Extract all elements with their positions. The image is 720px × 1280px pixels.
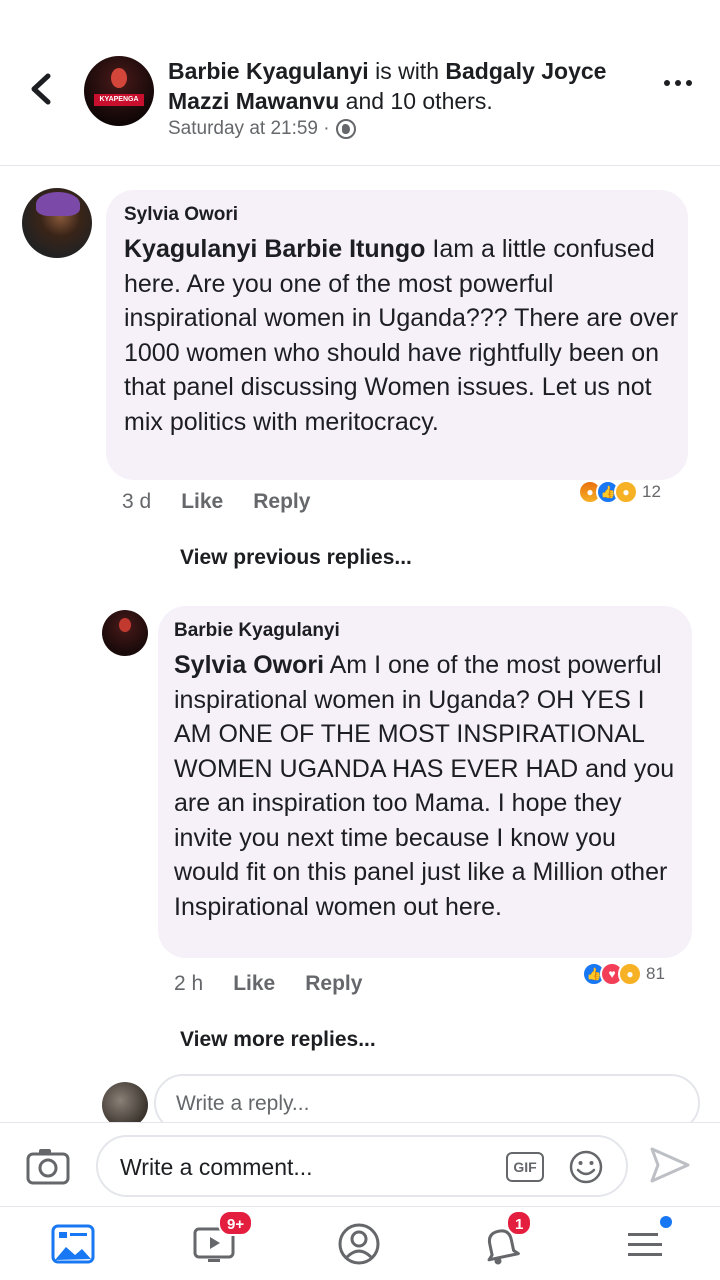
avatar-figure xyxy=(111,68,127,88)
post-with-connector: is with xyxy=(368,58,446,84)
like-button[interactable]: Like xyxy=(233,972,275,996)
globe-icon xyxy=(335,119,356,139)
menu-indicator-dot xyxy=(660,1216,672,1228)
comment-body: Iam a little confused here. Are you one … xyxy=(124,235,679,436)
emoji-icon[interactable] xyxy=(568,1149,604,1185)
reply-mention[interactable]: Sylvia Owori xyxy=(174,651,324,679)
comment-text: Kyagulanyi Barbie Itungo Iam a little co… xyxy=(124,232,680,439)
news-feed-icon[interactable] xyxy=(48,1219,98,1269)
post-header: KYAPENGA Barbie Kyagulanyi is with Badga… xyxy=(0,0,720,166)
more-options-icon[interactable] xyxy=(664,80,694,94)
reply-button[interactable]: Reply xyxy=(305,972,362,996)
like-button[interactable]: Like xyxy=(181,490,223,514)
comment-age: 3 d xyxy=(122,490,152,513)
comment-placeholder: Write a comment... xyxy=(120,1154,313,1180)
view-previous-replies[interactable]: View previous replies... xyxy=(180,546,412,570)
gif-button[interactable]: GIF xyxy=(506,1152,544,1182)
bottom-navigation xyxy=(0,1206,720,1280)
comment-input[interactable]: Write a comment... GIF xyxy=(96,1135,628,1197)
comment-mention[interactable]: Kyagulanyi Barbie Itungo xyxy=(124,235,425,263)
notifications-badge: 1 xyxy=(506,1210,533,1236)
post-title: Barbie Kyagulanyi is with Badgaly Joyce … xyxy=(168,56,638,116)
reply-actions: 2 h Like Reply xyxy=(174,972,392,996)
comment-author[interactable]: Sylvia Owori xyxy=(124,204,238,226)
commenter-avatar[interactable] xyxy=(22,188,92,258)
tagged-others[interactable]: and 10 others. xyxy=(339,88,493,114)
replier-avatar[interactable] xyxy=(102,610,148,656)
reply-author[interactable]: Barbie Kyagulanyi xyxy=(174,620,340,642)
back-arrow-icon[interactable] xyxy=(22,66,62,112)
profile-icon[interactable] xyxy=(334,1219,384,1269)
reaction-summary[interactable]: 👍 ♥ ● 81 xyxy=(582,962,665,986)
reply-age: 2 h xyxy=(174,972,204,995)
reaction-count: 12 xyxy=(642,482,661,501)
haha-reaction-icon: ● xyxy=(614,480,638,504)
send-icon[interactable] xyxy=(648,1145,692,1185)
post-author-link[interactable]: Barbie Kyagulanyi xyxy=(168,58,369,84)
author-avatar[interactable]: KYAPENGA xyxy=(84,56,154,126)
haha-reaction-icon: ● xyxy=(618,962,642,986)
camera-icon[interactable] xyxy=(26,1147,70,1185)
post-timestamp: Saturday at 21:59 · xyxy=(168,118,356,140)
comment-actions: 3 d Like Reply xyxy=(122,490,340,514)
post-time-text: Saturday at 21:59 · xyxy=(168,118,330,139)
reply-text: Sylvia Owori Am I one of the most powerf… xyxy=(174,648,686,924)
reply-button[interactable]: Reply xyxy=(253,490,310,514)
watch-badge: 9+ xyxy=(218,1210,254,1236)
avatar-caption: KYAPENGA xyxy=(94,94,144,106)
comment-composer: Write a comment... GIF xyxy=(0,1122,720,1206)
view-more-replies[interactable]: View more replies... xyxy=(180,1028,376,1052)
reply-placeholder: Write a reply... xyxy=(176,1092,310,1115)
reaction-summary[interactable]: ● 👍 ● 12 xyxy=(578,480,661,504)
reaction-count: 81 xyxy=(646,964,665,983)
reply-body: Am I one of the most powerful inspiratio… xyxy=(174,651,675,921)
